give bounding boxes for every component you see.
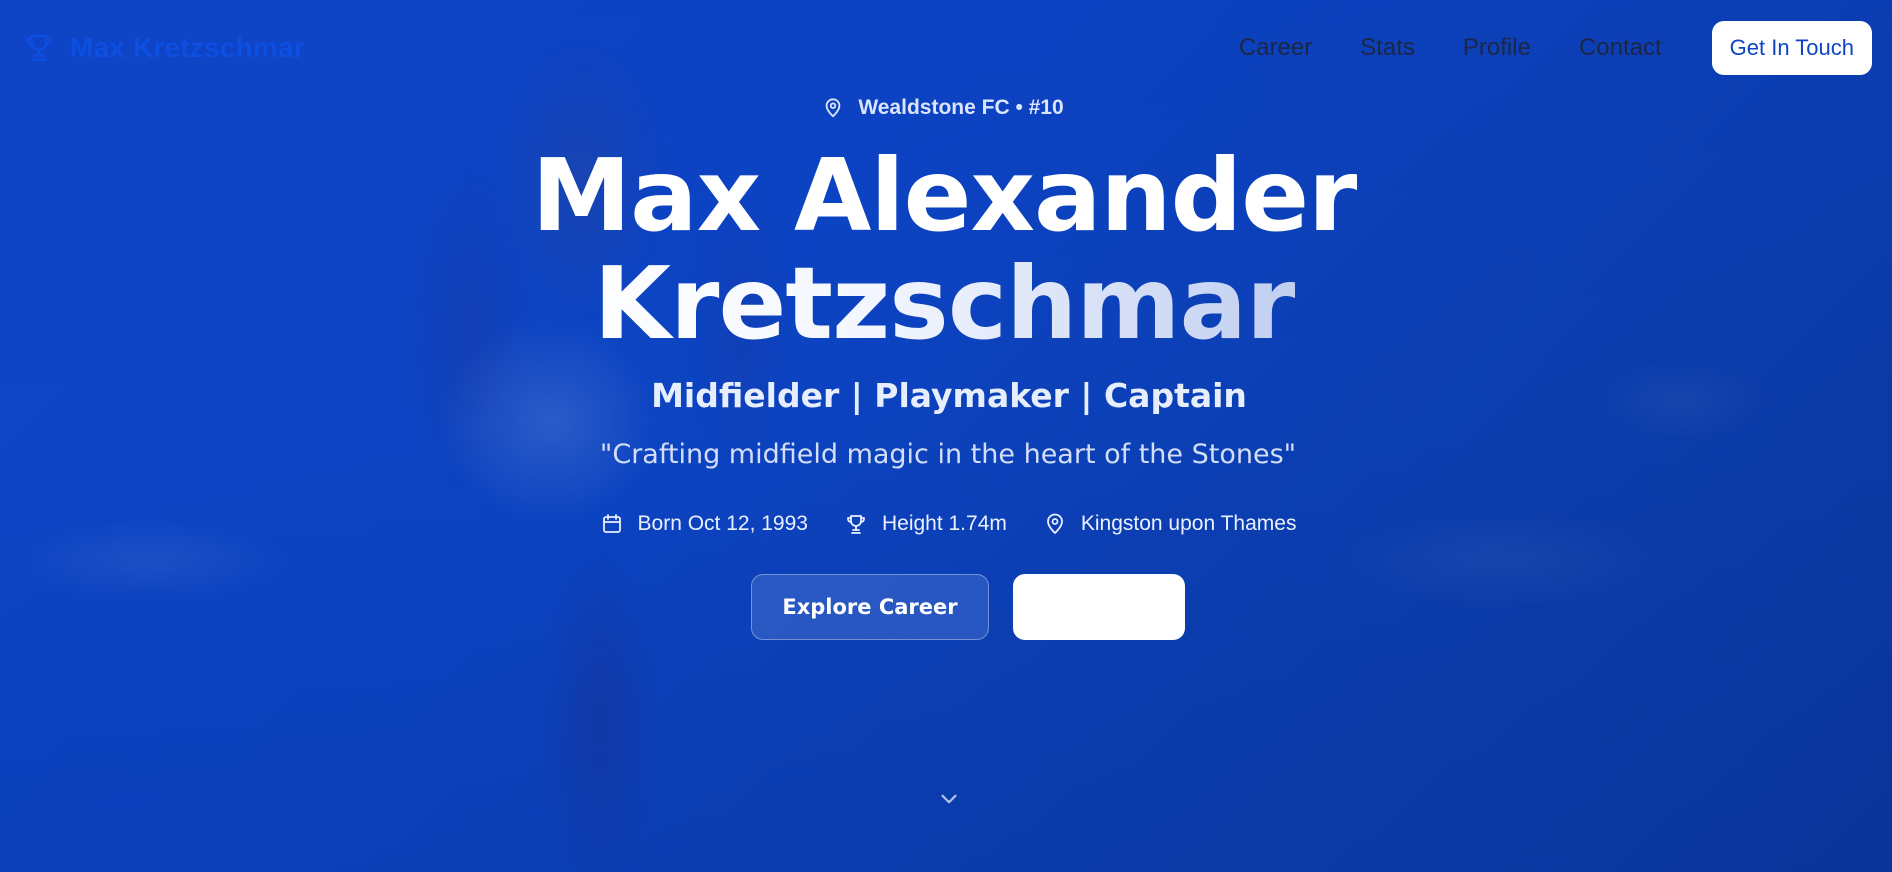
trophy-icon bbox=[844, 512, 868, 536]
map-pin-icon bbox=[822, 97, 844, 119]
fact-hometown-text: Kingston upon Thames bbox=[1080, 512, 1297, 535]
fact-born-text: Born Oct 12, 1993 bbox=[637, 512, 808, 535]
fact-born: Born Oct 12, 1993 bbox=[600, 512, 808, 536]
nav-link-stats[interactable]: Stats bbox=[1360, 34, 1415, 62]
hero-content: Wealdstone FC • #10 Max Alexander Kretzs… bbox=[0, 96, 1892, 640]
map-pin-icon bbox=[1043, 512, 1067, 536]
hero-section: Max Kretzschmar Career Stats Profile Con… bbox=[0, 0, 1892, 872]
nav-link-profile[interactable]: Profile bbox=[1463, 34, 1531, 62]
hero-buttons: Explore Career bbox=[751, 574, 1185, 640]
player-facts: Born Oct 12, 1993 Height 1.74m Kingston … bbox=[600, 512, 1297, 536]
nav-link-career[interactable]: Career bbox=[1239, 34, 1312, 62]
page-title: Max Alexander Kretzschmar bbox=[531, 137, 1358, 358]
calendar-icon bbox=[600, 512, 624, 536]
brand-name: Max Kretzschmar bbox=[70, 32, 305, 63]
chevron-down-icon[interactable] bbox=[936, 786, 962, 812]
fact-hometown: Kingston upon Thames bbox=[1043, 512, 1297, 536]
brand[interactable]: Max Kretzschmar bbox=[22, 30, 305, 66]
trophy-icon bbox=[22, 30, 58, 66]
fact-height-text: Height 1.74m bbox=[881, 512, 1007, 535]
nav-links: Career Stats Profile Contact Get In Touc… bbox=[1239, 21, 1872, 75]
nav-link-contact[interactable]: Contact bbox=[1579, 34, 1662, 62]
title-line-2: Kretzschmar bbox=[532, 250, 1357, 358]
player-roles: Midfielder | Playmaker | Captain bbox=[651, 376, 1247, 415]
club-badge: Wealdstone FC • #10 bbox=[822, 96, 1064, 120]
explore-career-button[interactable]: Explore Career bbox=[751, 574, 989, 640]
fact-height: Height 1.74m bbox=[844, 512, 1007, 536]
secondary-button[interactable] bbox=[1013, 574, 1185, 640]
top-nav: Max Kretzschmar Career Stats Profile Con… bbox=[0, 0, 1892, 96]
player-quote: "Crafting midfield magic in the heart of… bbox=[599, 439, 1297, 470]
title-line-1: Max Alexander bbox=[531, 137, 1358, 254]
club-text: Wealdstone FC • #10 bbox=[858, 96, 1064, 119]
get-in-touch-button[interactable]: Get In Touch bbox=[1711, 21, 1872, 75]
